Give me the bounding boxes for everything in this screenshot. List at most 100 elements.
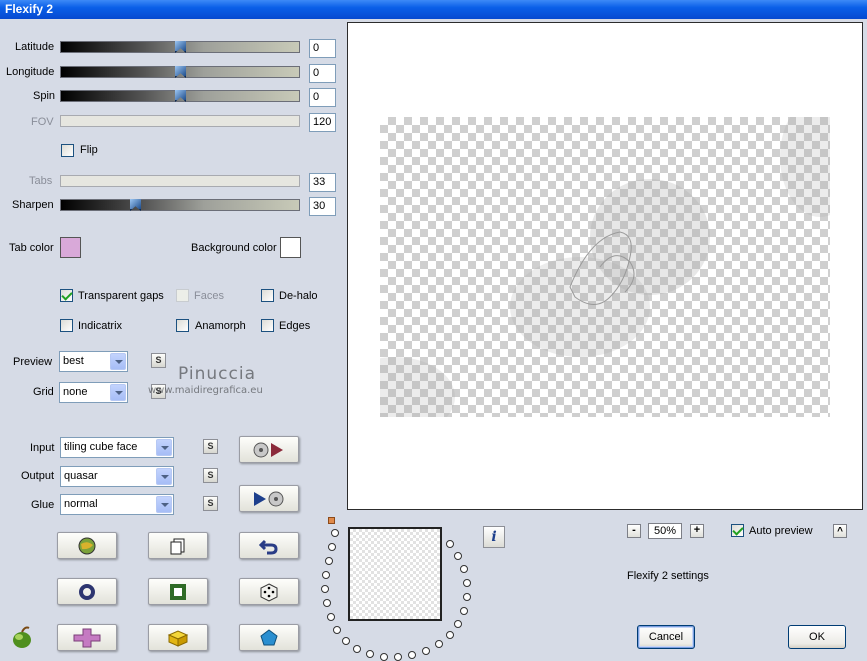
transparent-gaps-checkbox[interactable] (60, 289, 73, 302)
sharpen-input[interactable]: 30 (309, 197, 336, 216)
undo-button[interactable] (239, 532, 299, 559)
navigator-dot[interactable] (454, 552, 462, 560)
zoom-in-button[interactable]: + (690, 524, 704, 538)
undo-icon (259, 539, 278, 554)
navigator-dot[interactable] (446, 631, 454, 639)
edges-checkbox[interactable] (261, 319, 274, 332)
navigator-dot[interactable] (394, 653, 402, 661)
preview-image (380, 117, 830, 417)
chevron-down-icon (156, 439, 172, 456)
grid-select[interactable]: none (59, 382, 128, 403)
glue-s-button[interactable]: S (203, 496, 218, 511)
navigator-dot[interactable] (422, 647, 430, 655)
tabs-slider[interactable] (60, 175, 300, 187)
output-s-button[interactable]: S (203, 468, 218, 483)
navigator-dot[interactable] (460, 565, 468, 573)
frame-icon (170, 583, 186, 600)
navigator-dot[interactable] (322, 571, 330, 579)
save-preset-button[interactable] (239, 485, 299, 512)
navigator-dot[interactable] (353, 645, 361, 653)
navigator-dot[interactable] (321, 585, 329, 593)
navigator-dot[interactable] (435, 640, 443, 648)
zoom-out-button[interactable]: - (627, 524, 641, 538)
tabs-label: Tabs (29, 175, 53, 187)
frame-button[interactable] (148, 578, 208, 605)
info-button[interactable]: i (483, 526, 505, 548)
longitude-input[interactable]: 0 (309, 64, 336, 83)
latitude-input[interactable]: 0 (309, 39, 336, 58)
pentagon-button[interactable] (239, 624, 299, 651)
navigator-dot[interactable] (454, 620, 462, 628)
ok-button[interactable]: OK (788, 625, 846, 649)
thumbnail-preview[interactable] (348, 527, 442, 621)
faces-checkbox[interactable] (176, 289, 189, 302)
longitude-slider[interactable] (60, 66, 300, 78)
cube-button[interactable] (148, 624, 208, 651)
auto-preview-checkbox[interactable] (731, 524, 744, 537)
latitude-slider-thumb[interactable] (175, 41, 186, 53)
navigator-dot[interactable] (333, 626, 341, 634)
flip-checkbox[interactable] (61, 144, 74, 157)
output-select-value: quasar (64, 470, 98, 482)
sharpen-slider[interactable] (60, 199, 300, 211)
indicatrix-label: Indicatrix (78, 320, 123, 332)
preview-canvas[interactable] (347, 22, 863, 510)
play-disc-icon (254, 491, 284, 506)
fov-input[interactable]: 120 (309, 113, 336, 132)
navigator-dot[interactable] (327, 613, 335, 621)
flaming-pear-logo-icon (13, 626, 31, 648)
tabs-input[interactable]: 33 (309, 173, 336, 192)
spin-slider-thumb[interactable] (175, 90, 186, 102)
edges-label: Edges (279, 320, 311, 332)
spin-input[interactable]: 0 (309, 88, 336, 107)
anamorph-checkbox[interactable] (176, 319, 189, 332)
navigator-dot[interactable] (328, 543, 336, 551)
navigator-dot[interactable] (342, 637, 350, 645)
zoom-level: 50% (648, 523, 682, 539)
transparent-gaps-label: Transparent gaps (78, 290, 164, 302)
de-halo-label: De-halo (279, 290, 318, 302)
tab-color-swatch[interactable] (60, 237, 81, 258)
thumbnail-marker (328, 517, 335, 524)
cancel-button[interactable]: Cancel (637, 625, 695, 649)
navigator-dot[interactable] (325, 557, 333, 565)
latitude-slider[interactable] (60, 41, 300, 53)
background-color-swatch[interactable] (280, 237, 301, 258)
sharpen-slider-thumb[interactable] (130, 199, 141, 211)
longitude-slider-thumb[interactable] (175, 66, 186, 78)
input-s-button[interactable]: S (203, 439, 218, 454)
glue-select[interactable]: normal (60, 494, 174, 515)
output-select[interactable]: quasar (60, 466, 174, 487)
fov-slider[interactable] (60, 115, 300, 127)
randomize-globe-button[interactable] (57, 532, 117, 559)
random-dice-button[interactable] (239, 578, 299, 605)
navigator-dot[interactable] (463, 579, 471, 587)
navigator-dot[interactable] (331, 529, 339, 537)
indicatrix-checkbox[interactable] (60, 319, 73, 332)
grid-select-value: none (63, 386, 88, 398)
preview-s-button[interactable]: S (151, 353, 166, 368)
input-select[interactable]: tiling cube face (60, 437, 174, 458)
navigator-dot[interactable] (323, 599, 331, 607)
preview-select[interactable]: best (59, 351, 128, 372)
spin-slider[interactable] (60, 90, 300, 102)
spin-label: Spin (33, 90, 56, 102)
document-icon (170, 538, 185, 554)
navigator-dot[interactable] (446, 540, 454, 548)
load-preset-button[interactable] (239, 436, 299, 463)
cross-button[interactable] (57, 624, 117, 651)
background-color-label: Background color (191, 242, 277, 254)
navigator-dot[interactable] (366, 650, 374, 658)
ring-button[interactable] (57, 578, 117, 605)
navigator-dot[interactable] (463, 593, 471, 601)
navigator-dot[interactable] (408, 651, 416, 659)
sharpen-label: Sharpen (12, 199, 54, 211)
disc-play-icon (253, 442, 283, 457)
navigator-dot[interactable] (380, 653, 388, 661)
auto-preview-label: Auto preview (749, 525, 813, 537)
copy-button[interactable] (148, 532, 208, 559)
de-halo-checkbox[interactable] (261, 289, 274, 302)
ring-icon (79, 583, 95, 600)
navigator-dot[interactable] (460, 607, 468, 615)
collapse-button[interactable]: ^ (833, 524, 847, 538)
